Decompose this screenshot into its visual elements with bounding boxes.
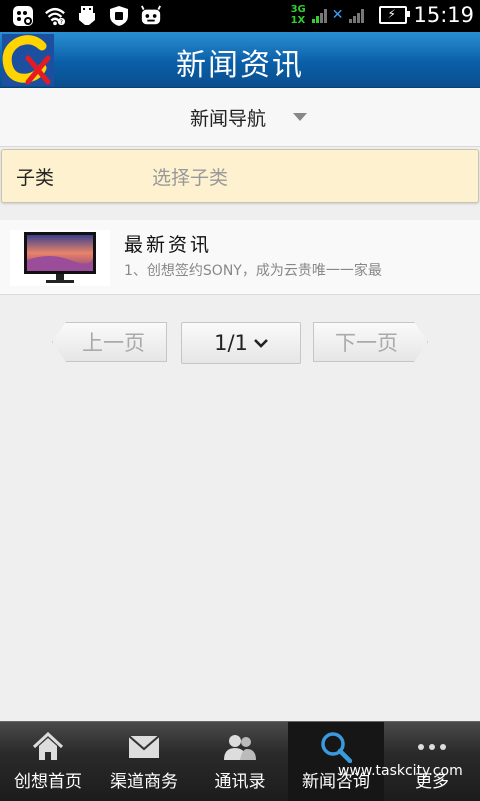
status-bar: ? 3G 1X ✕ ⚡ 15:19 — [0, 0, 480, 32]
bottom-tab-bar: 创想首页 渠道商务 通讯录 新闻咨询 更多 — [0, 721, 480, 801]
search-icon — [288, 730, 384, 764]
subcategory-selector[interactable]: 子类 选择子类 — [1, 149, 479, 203]
tab-home-label: 创想首页 — [14, 772, 82, 792]
signal-icon — [311, 7, 330, 23]
pagination: 上一页 1/1 下一页 — [0, 322, 480, 366]
contacts-icon — [192, 730, 288, 764]
usb-icon — [76, 5, 98, 27]
chevron-down-icon — [253, 336, 268, 352]
signal-secondary-icon — [349, 7, 367, 23]
prev-page-button[interactable]: 上一页 — [52, 322, 167, 362]
tab-home[interactable]: 创想首页 — [0, 722, 96, 801]
caret-down-icon — [293, 113, 307, 121]
news-nav-dropdown[interactable]: 新闻导航 — [0, 88, 480, 147]
android-icon — [140, 5, 162, 27]
network-bottom-label: 1X — [290, 15, 306, 26]
more-icon — [384, 730, 480, 764]
battery-icon: ⚡ — [379, 6, 411, 24]
list-item[interactable]: 最新资讯 1、创想签约SONY，成为云贵唯一一家最 — [0, 220, 480, 295]
monitor-image — [10, 230, 110, 286]
news-item-description: 1、创想签约SONY，成为云贵唯一一家最 — [124, 263, 382, 279]
page-selector[interactable]: 1/1 — [181, 322, 301, 364]
status-time: 15:19 — [413, 3, 474, 27]
bb-icon — [12, 5, 34, 27]
tab-contacts[interactable]: 通讯录 — [192, 722, 288, 801]
tab-channel-business[interactable]: 渠道商务 — [96, 722, 192, 801]
page-indicator: 1/1 — [214, 331, 248, 355]
mail-icon — [96, 730, 192, 764]
status-left-icons: ? — [12, 5, 162, 27]
network-type: 3G 1X — [291, 4, 306, 26]
tab-more[interactable]: 更多 — [384, 722, 480, 801]
subcategory-label: 子类 — [16, 167, 55, 189]
shield-icon — [108, 5, 130, 27]
header-bar: 新闻资讯 — [0, 32, 480, 88]
status-right-icons: 3G 1X ✕ ⚡ 15:19 — [291, 3, 474, 27]
tab-contacts-label: 通讯录 — [214, 772, 266, 792]
page-title: 新闻资讯 — [176, 48, 304, 83]
news-nav-label: 新闻导航 — [190, 108, 267, 130]
news-item-title: 最新资讯 — [124, 234, 213, 256]
next-page-button[interactable]: 下一页 — [313, 322, 428, 362]
watermark: www.taskcity.com — [338, 763, 463, 779]
subcategory-placeholder: 选择子类 — [152, 167, 229, 189]
home-icon — [0, 730, 96, 764]
no-signal-icon: ✕ — [331, 7, 344, 23]
wifi-icon: ? — [44, 5, 66, 27]
network-top-label: 3G — [290, 4, 306, 15]
tab-channel-business-label: 渠道商务 — [110, 772, 178, 792]
svg-text:?: ? — [60, 18, 63, 26]
tab-news[interactable]: 新闻咨询 — [288, 722, 384, 801]
